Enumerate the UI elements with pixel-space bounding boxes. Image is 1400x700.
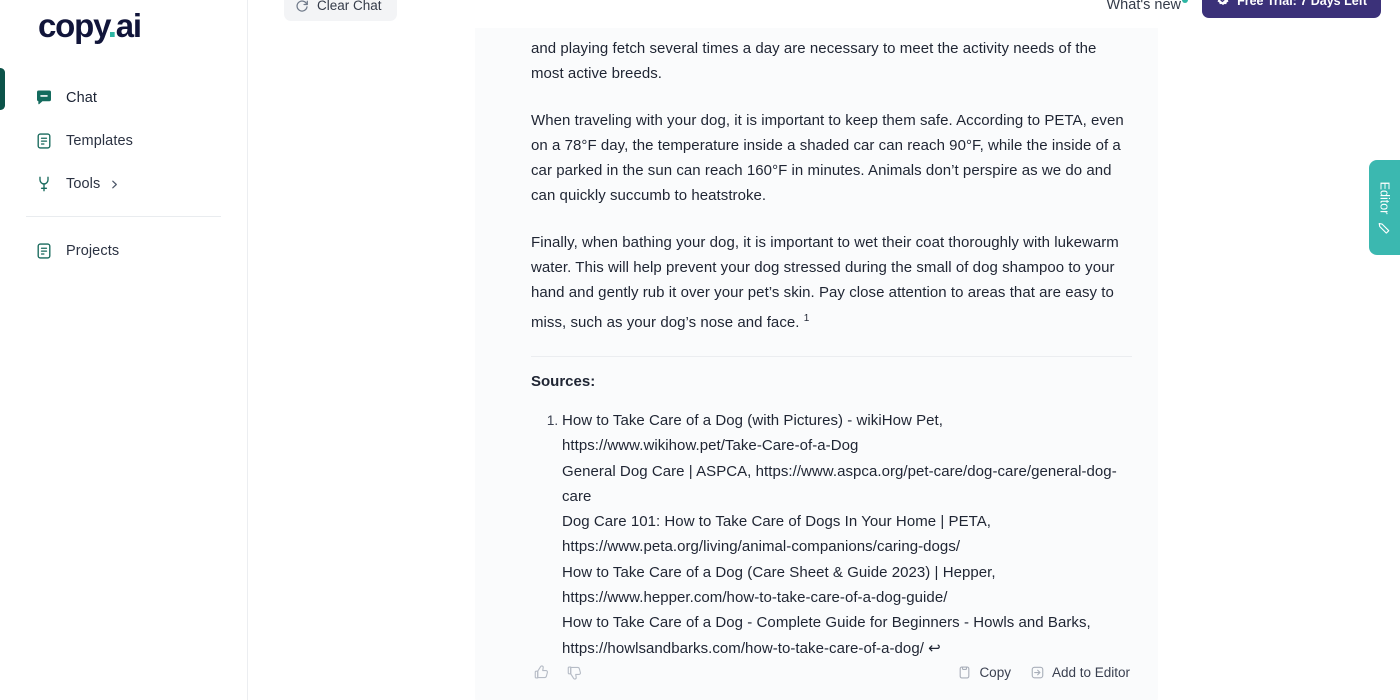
- folder-document-icon: [34, 242, 53, 261]
- footnote-marker: 1: [803, 312, 810, 324]
- sidebar-item-label-projects: Projects: [66, 243, 120, 259]
- add-to-editor-button[interactable]: Add to Editor: [1030, 665, 1130, 680]
- source-line: General Dog Care | ASPCA, https://www.as…: [562, 462, 1117, 505]
- sidebar-item-label-tools: Tools: [66, 176, 101, 192]
- whats-new-label: What's new: [1106, 0, 1182, 13]
- sidebar-divider: [26, 216, 221, 217]
- sidebar-item-templates[interactable]: Templates: [0, 123, 247, 159]
- assistant-message: and playing fetch several times a day ar…: [475, 28, 1158, 700]
- message-paragraph: and playing fetch several times a day ar…: [531, 40, 1097, 83]
- source-line: How to Take Care of a Dog (with Pictures…: [562, 411, 943, 429]
- wrench-icon: [34, 175, 53, 194]
- free-trial-button[interactable]: Free Trial: 7 Days Left: [1202, 0, 1381, 18]
- sidebar-item-label-chat: Chat: [66, 90, 98, 106]
- add-to-editor-label: Add to Editor: [1051, 665, 1130, 680]
- editor-side-tab[interactable]: Editor: [1369, 160, 1400, 255]
- source-line: https://www.hepper.com/how-to-take-care-…: [562, 589, 948, 607]
- pen-icon: [1378, 221, 1391, 234]
- editor-tab-label: Editor: [1377, 181, 1392, 214]
- logo-suffix: ai: [115, 7, 142, 44]
- sidebar-item-tools[interactable]: Tools: [0, 166, 247, 202]
- source-line: Dog Care 101: How to Take Care of Dogs I…: [562, 513, 992, 531]
- copy-icon: [957, 665, 972, 680]
- sidebar: copy.ai Chat Templates Tools Projects: [0, 0, 248, 700]
- message-tools: Copy Add to Editor: [957, 665, 1130, 680]
- thumbs-down-icon: [566, 664, 583, 681]
- thumbs-up-button[interactable]: [531, 662, 552, 683]
- free-trial-label: Free Trial: 7 Days Left: [1237, 0, 1367, 8]
- logo-dot: .: [107, 7, 117, 44]
- topbar: Clear Chat What's new a Free Trial: 7 Da…: [248, 0, 1400, 28]
- source-item: How to Take Care of a Dog (with Pictures…: [562, 408, 1132, 661]
- refresh-icon: [295, 0, 309, 13]
- clear-chat-button[interactable]: Clear Chat: [284, 0, 397, 21]
- source-line: https://www.wikihow.pet/Take-Care-of-a-D…: [562, 437, 859, 455]
- logo-text: copy: [38, 7, 109, 44]
- clear-chat-label: Clear Chat: [317, 0, 382, 13]
- sidebar-item-chat[interactable]: Chat: [0, 80, 247, 116]
- copy-button[interactable]: Copy: [957, 665, 1011, 680]
- sidebar-nav: Chat Templates Tools Projects: [0, 80, 247, 276]
- chat-bubble-icon: [34, 89, 53, 108]
- thumbs-down-button[interactable]: [564, 662, 585, 683]
- app-logo[interactable]: copy.ai: [38, 6, 142, 46]
- document-icon: [34, 132, 53, 151]
- left-edge-active-indicator: [0, 68, 5, 110]
- verified-badge-icon: [1216, 0, 1230, 8]
- message-paragraph-text: Finally, when bathing your dog, it is im…: [531, 233, 1119, 331]
- whats-new-badge-dot: [1182, 0, 1188, 4]
- sources-list: How to Take Care of a Dog (with Pictures…: [531, 408, 1132, 661]
- message-paragraph: Finally, when bathing your dog, it is im…: [531, 230, 1132, 335]
- message-paragraph: When traveling with your dog, it is impo…: [531, 111, 1124, 205]
- feedback-actions: [531, 662, 585, 683]
- sources-heading: Sources:: [531, 372, 596, 390]
- sidebar-item-projects[interactable]: Projects: [0, 233, 247, 269]
- sidebar-item-label-templates: Templates: [66, 133, 133, 149]
- thumbs-up-icon: [533, 664, 550, 681]
- source-line: How to Take Care of a Dog (Care Sheet & …: [562, 563, 996, 581]
- copy-label: Copy: [979, 665, 1011, 680]
- message-action-bar: Copy Add to Editor: [531, 662, 1130, 683]
- chevron-right-icon: [109, 179, 120, 190]
- source-line: https://howlsandbarks.com/how-to-take-ca…: [562, 639, 941, 657]
- app-root: copy.ai Chat Templates Tools Projects Cl…: [0, 0, 1400, 700]
- sources-divider: [531, 355, 1132, 357]
- add-to-editor-icon: [1030, 665, 1045, 680]
- chat-area: and playing fetch several times a day ar…: [249, 28, 1400, 700]
- source-line: How to Take Care of a Dog - Complete Gui…: [562, 614, 1091, 632]
- whats-new-link[interactable]: What's new: [1106, 0, 1188, 13]
- source-line: https://www.peta.org/living/animal-compa…: [562, 538, 961, 556]
